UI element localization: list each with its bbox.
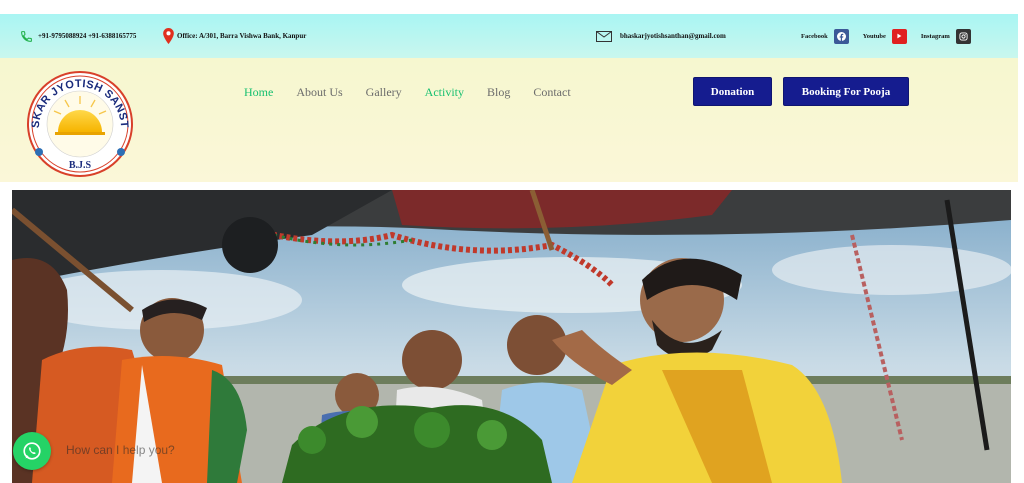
donation-button[interactable]: Donation: [693, 77, 772, 106]
address-contact: Office: A/301, Barra Vishwa Bank, Kanpur: [163, 14, 306, 58]
phone-contact[interactable]: +91-9795088924 +91-6388165775: [20, 14, 136, 58]
nav-home[interactable]: Home: [244, 85, 273, 100]
social-links: Facebook Youtube Instagram: [801, 14, 985, 58]
nav-gallery[interactable]: Gallery: [366, 85, 402, 100]
instagram-label: Instagram: [920, 32, 950, 40]
email-contact[interactable]: bhaskarjyotishsanthan@gmail.com: [596, 14, 726, 58]
whatsapp-icon: [23, 442, 41, 460]
booking-for-pooja-button[interactable]: Booking For Pooja: [783, 77, 909, 106]
phone-numbers: +91-9795088924 +91-6388165775: [38, 32, 137, 40]
instagram-icon[interactable]: [955, 28, 971, 44]
youtube-label: Youtube: [862, 32, 886, 40]
facebook-label: Facebook: [801, 32, 828, 40]
nav-about-us[interactable]: About Us: [296, 85, 342, 100]
facebook-icon[interactable]: [833, 28, 849, 44]
chat-prompt-text: How can I help you?: [66, 443, 175, 457]
main-nav: Home About Us Gallery Activity Blog Cont…: [244, 83, 594, 101]
office-address: Office: A/301, Barra Vishwa Bank, Kanpur: [177, 32, 307, 40]
envelope-icon: [596, 30, 612, 42]
whatsapp-chat-button[interactable]: [13, 432, 51, 470]
nav-activity[interactable]: Activity: [425, 85, 464, 100]
top-contact-bar: +91-9795088924 +91-6388165775 Office: A/…: [0, 14, 1018, 58]
nav-blog[interactable]: Blog: [487, 85, 510, 100]
nav-contact[interactable]: Contact: [533, 85, 570, 100]
location-pin-icon: [163, 28, 174, 44]
hero-boat-scene: [12, 190, 1011, 483]
logo-initials: B.J.S: [69, 160, 92, 171]
email-address: bhaskarjyotishsanthan@gmail.com: [620, 32, 726, 40]
site-logo[interactable]: BHASKAR JYOTISH SANSTHAN B.J.S: [21, 57, 135, 178]
youtube-icon[interactable]: [891, 28, 907, 44]
site-header: BHASKAR JYOTISH SANSTHAN B.J.S Home Abou…: [0, 57, 1018, 182]
hero-image: [12, 190, 1011, 483]
phone-icon: [20, 30, 33, 43]
